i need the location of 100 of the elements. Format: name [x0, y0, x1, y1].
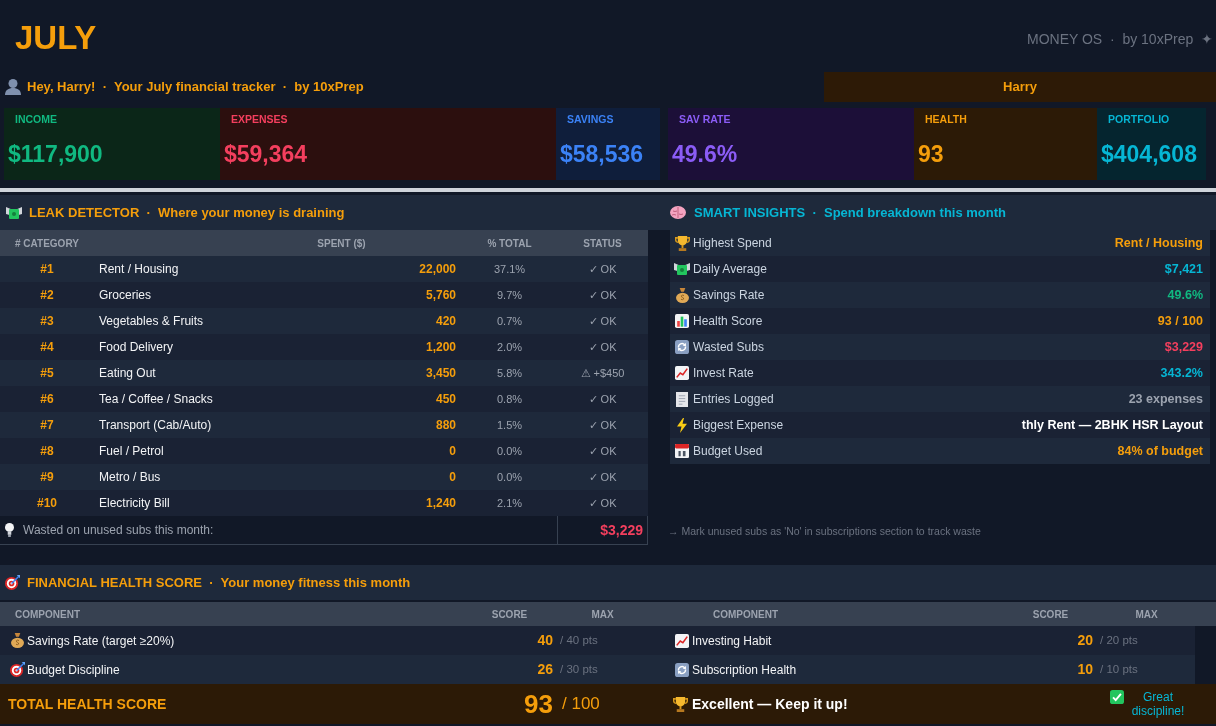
- rank-cell-text: #2: [40, 287, 54, 304]
- column-header: SCORE: [1032, 607, 1069, 622]
- money-wings-icon: [674, 263, 690, 275]
- money-bag-icon: [675, 287, 689, 303]
- status-cell-text: ✓ OK: [588, 469, 617, 485]
- lightbulb-icon: [5, 523, 14, 537]
- insight-label: Highest Spend: [693, 235, 772, 252]
- spent-cell-text: 22,000: [419, 261, 457, 278]
- spent-cell-text: 0: [449, 469, 457, 486]
- insight-value: 84% of budget: [1117, 442, 1203, 460]
- waste-label: Wasted on unused subs this month:: [23, 522, 214, 539]
- money-bag-icon: [10, 633, 24, 648]
- status-cell-text: ✓ OK: [588, 443, 617, 459]
- insight-label: Savings Rate: [693, 287, 765, 304]
- status-cell-text: ✓ OK: [588, 287, 617, 303]
- category-cell-text: Rent / Housing: [98, 261, 179, 278]
- share-cell-text: 37.1%: [493, 261, 526, 277]
- share-cell-text: 2.0%: [496, 339, 523, 355]
- calendar-icon: [675, 444, 689, 458]
- rank-cell-text: #5: [40, 365, 54, 382]
- insight-value: $3,229: [1164, 338, 1203, 356]
- column-header: COMPONENT: [14, 607, 80, 622]
- kpi-label: SAVINGS: [566, 113, 615, 126]
- share-cell-text: 9.7%: [496, 287, 523, 303]
- rank-cell-text: #4: [40, 339, 54, 356]
- section-heading: SMART INSIGHTS · Spend breakdown this month: [694, 203, 1006, 222]
- cycle-arrows-icon: [675, 662, 689, 677]
- rank-cell-text: #6: [40, 391, 54, 408]
- person-icon: [5, 79, 21, 95]
- brain-icon: [670, 206, 686, 219]
- status-cell-text: ⚠ +$450: [580, 365, 625, 381]
- kpi-label: INCOME: [14, 113, 58, 126]
- column-header: SPENT ($): [317, 236, 366, 251]
- max-value: / 10 pts: [1099, 661, 1138, 677]
- share-cell-text: 0.7%: [496, 313, 523, 329]
- insight-label: Health Score: [693, 313, 763, 330]
- trophy-icon: [674, 235, 690, 251]
- kpi-label: HEALTH: [924, 113, 968, 126]
- status-cell-text: ✓ OK: [588, 495, 617, 511]
- component-label: Budget Discipline: [27, 661, 120, 679]
- total-label: TOTAL HEALTH SCORE: [7, 694, 167, 714]
- component-label: Savings Rate (target ≥20%): [27, 632, 175, 650]
- insight-value: thly Rent — 2BHK HSR Layout: [1021, 416, 1203, 434]
- category-cell-text: Groceries: [98, 287, 151, 304]
- cycle-arrows-icon: [675, 340, 689, 354]
- rank-cell-text: #10: [37, 495, 57, 512]
- spent-cell-text: 1,240: [425, 495, 457, 512]
- category-cell-text: Electricity Bill: [98, 495, 170, 512]
- total-out-of: / 100: [561, 693, 600, 716]
- spent-cell-text: 0: [449, 443, 457, 460]
- kpi-label: SAV RATE: [678, 113, 732, 126]
- chart-up-icon: [675, 633, 689, 648]
- name-banner: Harry: [824, 72, 1216, 102]
- category-cell-text: Eating Out: [98, 365, 156, 382]
- max-value: / 20 pts: [1099, 632, 1138, 648]
- insight-value: 343.2%: [1160, 364, 1203, 382]
- share-cell-text: 0.0%: [496, 469, 523, 485]
- category-cell-text: Transport (Cab/Auto): [98, 417, 212, 434]
- chart-up-icon: [675, 366, 689, 380]
- score-value: 20: [1077, 631, 1094, 650]
- insight-value: $7,421: [1164, 260, 1203, 278]
- trophy-icon: [673, 696, 688, 712]
- status-cell-text: ✓ OK: [588, 391, 617, 407]
- insight-label: Wasted Subs: [693, 339, 764, 356]
- column-header: SCORE: [491, 607, 528, 622]
- insight-label: Biggest Expense: [693, 417, 784, 434]
- component-label: Investing Habit: [692, 632, 772, 650]
- waste-amount: $3,229: [557, 516, 648, 544]
- spent-cell-text: 420: [435, 313, 457, 330]
- component-label: Subscription Health: [692, 661, 797, 679]
- insight-value: 49.6%: [1167, 286, 1203, 304]
- kpi-value: 49.6%: [671, 140, 739, 168]
- max-value: / 40 pts: [559, 632, 598, 648]
- kpi-label: EXPENSES: [230, 113, 289, 126]
- insight-value: 93 / 100: [1157, 312, 1203, 330]
- max-value: / 30 pts: [559, 661, 598, 677]
- column-header: STATUS: [583, 236, 622, 251]
- rank-cell-text: #9: [40, 469, 54, 486]
- kpi-value: $58,536: [559, 140, 645, 168]
- brand-text: MONEY OS · by 10xPrep ✦: [1026, 30, 1213, 48]
- receipt-icon: [676, 391, 688, 407]
- rank-cell-text: #3: [40, 313, 54, 330]
- column-header: MAX: [1135, 607, 1158, 622]
- insight-value: Rent / Housing: [1114, 234, 1203, 252]
- spent-cell-text: 3,450: [425, 365, 457, 382]
- share-cell-text: 0.0%: [496, 443, 523, 459]
- kpi-value: $59,364: [223, 140, 309, 168]
- kpi-value: 93: [917, 140, 945, 168]
- insight-label: Entries Logged: [693, 391, 774, 408]
- target-icon: [5, 575, 20, 590]
- rank-cell-text: #8: [40, 443, 54, 460]
- kpi-value: $117,900: [7, 140, 104, 168]
- insight-label: Daily Average: [693, 261, 767, 278]
- score-value: 40: [537, 631, 554, 650]
- insight-value: 23 expenses: [1128, 390, 1203, 408]
- insight-label: Invest Rate: [693, 365, 754, 382]
- spent-cell-text: 1,200: [425, 339, 457, 356]
- category-cell-text: Food Delivery: [98, 339, 174, 356]
- column-header: MAX: [591, 607, 614, 622]
- share-cell-text: 2.1%: [496, 495, 523, 511]
